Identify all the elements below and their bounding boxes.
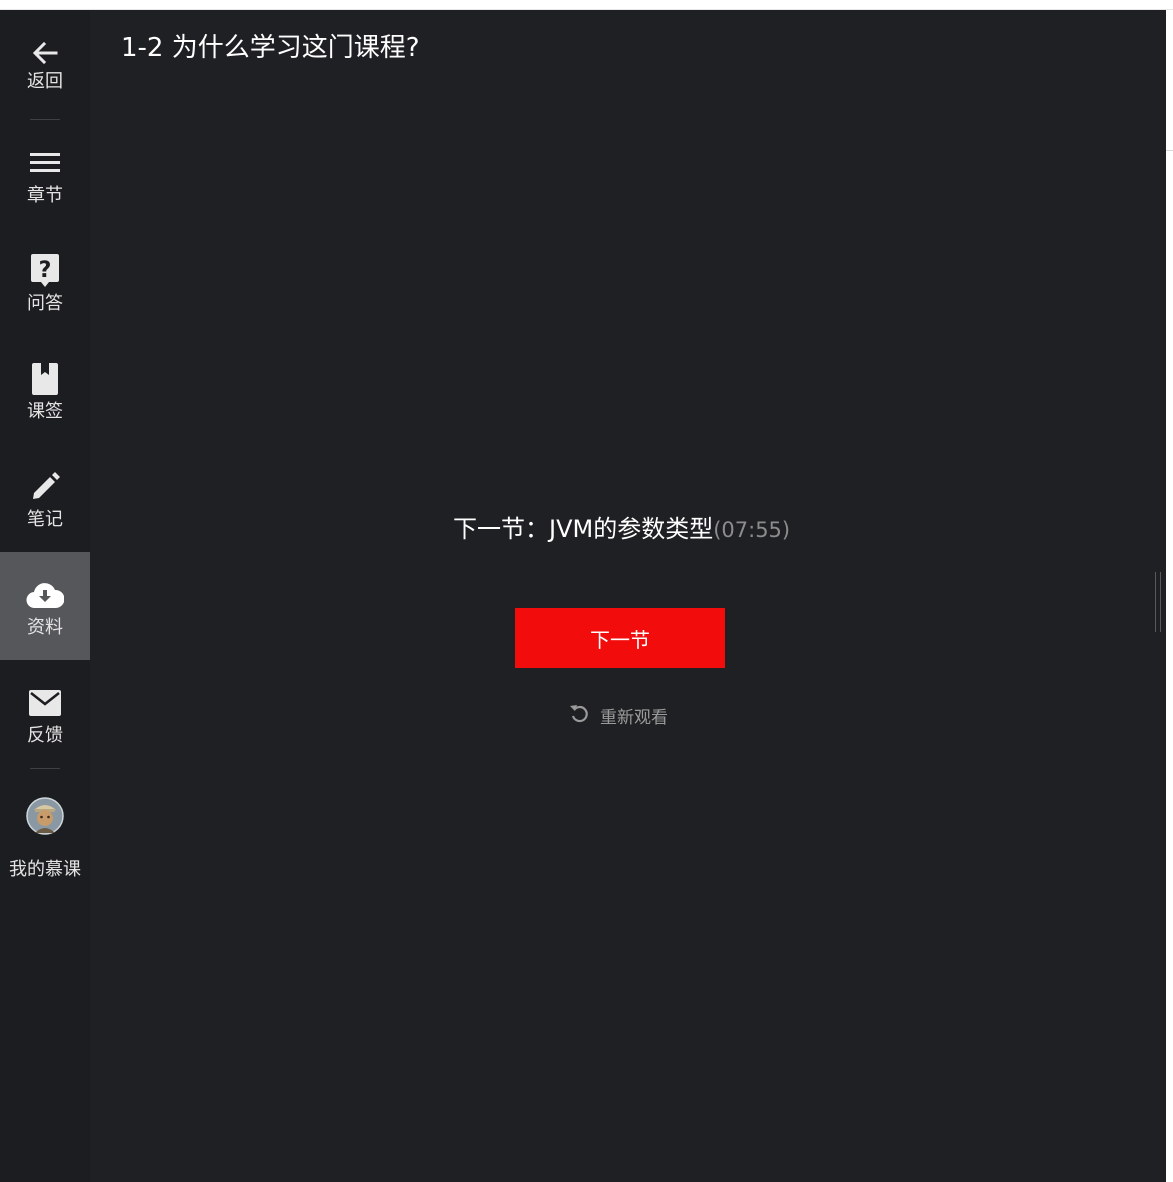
sidebar-item-notes[interactable]: 笔记 [0, 444, 90, 552]
sidebar-item-label: 反馈 [27, 725, 63, 746]
sidebar-item-label: 我的慕课 [9, 859, 81, 880]
video-title: 1-2 为什么学习这门课程? [121, 33, 420, 63]
next-lesson-duration: (07:55) [713, 518, 791, 542]
sidebar: 返回 章节 ? 问答 课签 笔记 资料 反馈 我的慕课 [0, 10, 90, 1182]
sidebar-item-label: 资料 [27, 617, 63, 638]
next-lesson-info: 下一节：JVM的参数类型(07:55) [453, 511, 790, 548]
sidebar-item-bookmarks[interactable]: 课签 [0, 336, 90, 444]
page-right-edge [1166, 10, 1173, 1182]
replay-label: 重新观看 [600, 707, 668, 728]
menu-icon [0, 146, 90, 180]
question-icon: ? [0, 254, 90, 288]
resize-handle[interactable] [1155, 572, 1161, 632]
arrow-left-icon [0, 36, 90, 70]
video-player: 返回 章节 ? 问答 课签 笔记 资料 反馈 我的慕课 1-2 为什么学习这门课… [0, 10, 1166, 1182]
next-lesson-button[interactable]: 下一节 [515, 608, 725, 668]
svg-text:?: ? [39, 258, 52, 283]
sidebar-item-my-mooc[interactable]: 我的慕课 [0, 770, 90, 890]
sidebar-divider [30, 768, 60, 769]
browser-top-strip [0, 0, 1173, 10]
next-lesson-title: JVM的参数类型 [549, 515, 714, 543]
sidebar-item-label: 返回 [27, 71, 63, 92]
sidebar-item-back[interactable]: 返回 [0, 10, 90, 118]
sidebar-item-materials[interactable]: 资料 [0, 552, 90, 660]
next-lesson-prefix: 下一节： [453, 515, 549, 543]
sidebar-item-label: 笔记 [27, 509, 63, 530]
cloud-download-icon [0, 578, 90, 612]
sidebar-item-label: 章节 [27, 185, 63, 206]
avatar [0, 796, 90, 836]
bookmark-icon [0, 362, 90, 396]
sidebar-item-feedback[interactable]: 反馈 [0, 660, 90, 768]
edge-tick [1166, 150, 1173, 151]
mail-icon [0, 686, 90, 720]
replay-button[interactable]: 重新观看 [568, 701, 668, 729]
pencil-icon [0, 470, 90, 504]
sidebar-item-qa[interactable]: ? 问答 [0, 228, 90, 336]
replay-icon [568, 702, 590, 729]
sidebar-item-label: 问答 [27, 293, 63, 314]
sidebar-item-label: 课签 [27, 401, 63, 422]
sidebar-item-chapters[interactable]: 章节 [0, 120, 90, 228]
